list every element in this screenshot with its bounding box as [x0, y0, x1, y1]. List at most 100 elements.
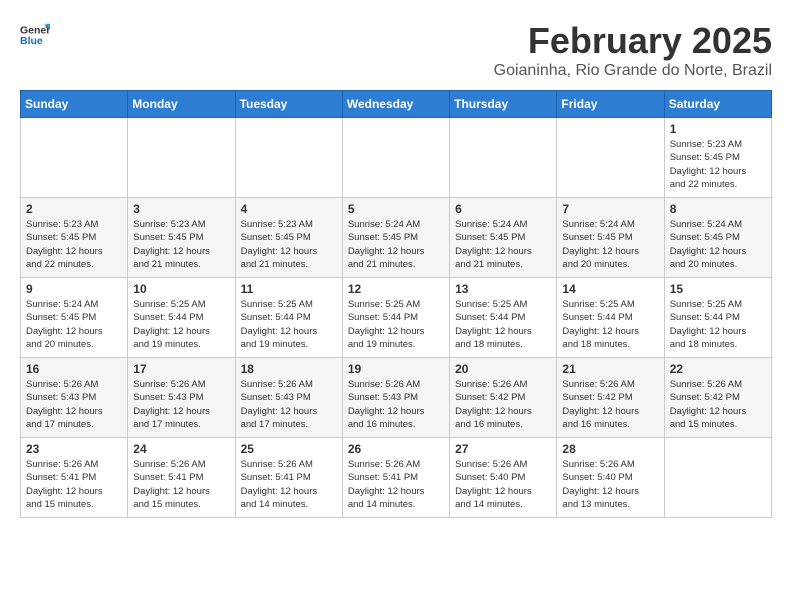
calendar-cell: 2 Sunrise: 5:23 AM Sunset: 5:45 PM Daylig… — [21, 198, 128, 278]
day-info: Sunrise: 5:23 AM Sunset: 5:45 PM Dayligh… — [26, 218, 122, 271]
calendar-cell: 27Sunrise: 5:26 AM Sunset: 5:40 PM Dayli… — [450, 438, 557, 518]
calendar-cell: 9 Sunrise: 5:24 AM Sunset: 5:45 PM Daylig… — [21, 278, 128, 358]
day-info: Sunrise: 5:23 AM Sunset: 5:45 PM Dayligh… — [133, 218, 229, 271]
calendar-cell — [235, 118, 342, 198]
day-number: 10 — [133, 282, 229, 296]
day-number: 3 — [133, 202, 229, 216]
calendar-cell: 25 Sunrise: 5:26 AM Sunset: 5:41 PM Dayli… — [235, 438, 342, 518]
day-info: Sunrise: 5:25 AM Sunset: 5:44 PM Dayligh… — [562, 298, 658, 351]
day-info: Sunrise: 5:26 AM Sunset: 5:42 PM Dayligh… — [562, 378, 658, 431]
day-number: 12 — [348, 282, 444, 296]
day-number: 4 — [241, 202, 337, 216]
month-title: February 2025 — [494, 20, 772, 62]
calendar-cell: 12Sunrise: 5:25 AM Sunset: 5:44 PM Dayli… — [342, 278, 449, 358]
day-info: Sunrise: 5:23 AM Sunset: 5:45 PM Dayligh… — [670, 138, 766, 191]
calendar-cell: 22Sunrise: 5:26 AM Sunset: 5:42 PM Dayli… — [664, 358, 771, 438]
day-info: Sunrise: 5:23 AM Sunset: 5:45 PM Dayligh… — [241, 218, 337, 271]
weekday-header: Tuesday — [235, 91, 342, 118]
day-info: Sunrise: 5:24 AM Sunset: 5:45 PM Dayligh… — [455, 218, 551, 271]
calendar-cell: 24 Sunrise: 5:26 AM Sunset: 5:41 PM Dayli… — [128, 438, 235, 518]
calendar-cell: 5 Sunrise: 5:24 AM Sunset: 5:45 PM Daylig… — [342, 198, 449, 278]
weekday-header: Monday — [128, 91, 235, 118]
day-info: Sunrise: 5:26 AM Sunset: 5:42 PM Dayligh… — [455, 378, 551, 431]
calendar-cell: 26 Sunrise: 5:26 AM Sunset: 5:41 PM Dayli… — [342, 438, 449, 518]
day-info: Sunrise: 5:25 AM Sunset: 5:44 PM Dayligh… — [455, 298, 551, 351]
day-info: Sunrise: 5:26 AM Sunset: 5:41 PM Dayligh… — [241, 458, 337, 511]
day-number: 17 — [133, 362, 229, 376]
day-number: 13 — [455, 282, 551, 296]
calendar-cell: 8 Sunrise: 5:24 AM Sunset: 5:45 PM Daylig… — [664, 198, 771, 278]
day-number: 15 — [670, 282, 766, 296]
day-number: 1 — [670, 122, 766, 136]
calendar-cell: 11 Sunrise: 5:25 AM Sunset: 5:44 PM Dayli… — [235, 278, 342, 358]
calendar-cell: 1 Sunrise: 5:23 AM Sunset: 5:45 PM Daylig… — [664, 118, 771, 198]
day-info: Sunrise: 5:26 AM Sunset: 5:43 PM Dayligh… — [241, 378, 337, 431]
day-number: 2 — [26, 202, 122, 216]
day-info: Sunrise: 5:26 AM Sunset: 5:41 PM Dayligh… — [133, 458, 229, 511]
weekday-header: Thursday — [450, 91, 557, 118]
calendar-cell — [21, 118, 128, 198]
weekday-header: Friday — [557, 91, 664, 118]
weekday-header: Saturday — [664, 91, 771, 118]
day-info: Sunrise: 5:24 AM Sunset: 5:45 PM Dayligh… — [670, 218, 766, 271]
day-number: 9 — [26, 282, 122, 296]
calendar-week-row: 23Sunrise: 5:26 AM Sunset: 5:41 PM Dayli… — [21, 438, 772, 518]
calendar-cell: 21 Sunrise: 5:26 AM Sunset: 5:42 PM Dayli… — [557, 358, 664, 438]
calendar-week-row: 1 Sunrise: 5:23 AM Sunset: 5:45 PM Daylig… — [21, 118, 772, 198]
weekday-header-row: SundayMondayTuesdayWednesdayThursdayFrid… — [21, 91, 772, 118]
svg-text:Blue: Blue — [20, 35, 43, 47]
day-number: 20 — [455, 362, 551, 376]
day-info: Sunrise: 5:26 AM Sunset: 5:43 PM Dayligh… — [133, 378, 229, 431]
calendar-cell: 14 Sunrise: 5:25 AM Sunset: 5:44 PM Dayli… — [557, 278, 664, 358]
weekday-header: Sunday — [21, 91, 128, 118]
calendar-cell — [342, 118, 449, 198]
calendar-cell: 7 Sunrise: 5:24 AM Sunset: 5:45 PM Daylig… — [557, 198, 664, 278]
calendar-week-row: 16 Sunrise: 5:26 AM Sunset: 5:43 PM Dayli… — [21, 358, 772, 438]
calendar-cell: 19 Sunrise: 5:26 AM Sunset: 5:43 PM Dayli… — [342, 358, 449, 438]
day-number: 22 — [670, 362, 766, 376]
day-number: 14 — [562, 282, 658, 296]
calendar-cell — [664, 438, 771, 518]
day-info: Sunrise: 5:24 AM Sunset: 5:45 PM Dayligh… — [562, 218, 658, 271]
calendar-cell: 3 Sunrise: 5:23 AM Sunset: 5:45 PM Daylig… — [128, 198, 235, 278]
calendar-cell: 6Sunrise: 5:24 AM Sunset: 5:45 PM Daylig… — [450, 198, 557, 278]
calendar-cell: 13 Sunrise: 5:25 AM Sunset: 5:44 PM Dayli… — [450, 278, 557, 358]
calendar-cell: 23Sunrise: 5:26 AM Sunset: 5:41 PM Dayli… — [21, 438, 128, 518]
day-info: Sunrise: 5:26 AM Sunset: 5:41 PM Dayligh… — [348, 458, 444, 511]
day-number: 28 — [562, 442, 658, 456]
day-info: Sunrise: 5:25 AM Sunset: 5:44 PM Dayligh… — [670, 298, 766, 351]
day-info: Sunrise: 5:26 AM Sunset: 5:41 PM Dayligh… — [26, 458, 122, 511]
page-header: General Blue February 2025 Goianinha, Ri… — [20, 20, 772, 80]
day-info: Sunrise: 5:26 AM Sunset: 5:43 PM Dayligh… — [348, 378, 444, 431]
location: Goianinha, Rio Grande do Norte, Brazil — [494, 62, 772, 80]
day-number: 7 — [562, 202, 658, 216]
day-info: Sunrise: 5:24 AM Sunset: 5:45 PM Dayligh… — [348, 218, 444, 271]
day-info: Sunrise: 5:24 AM Sunset: 5:45 PM Dayligh… — [26, 298, 122, 351]
calendar-cell: 10Sunrise: 5:25 AM Sunset: 5:44 PM Dayli… — [128, 278, 235, 358]
calendar-cell: 28Sunrise: 5:26 AM Sunset: 5:40 PM Dayli… — [557, 438, 664, 518]
day-number: 11 — [241, 282, 337, 296]
day-number: 18 — [241, 362, 337, 376]
title-block: February 2025 Goianinha, Rio Grande do N… — [494, 20, 772, 80]
logo-icon: General Blue — [20, 20, 50, 50]
weekday-header: Wednesday — [342, 91, 449, 118]
day-number: 8 — [670, 202, 766, 216]
day-number: 16 — [26, 362, 122, 376]
calendar-week-row: 9 Sunrise: 5:24 AM Sunset: 5:45 PM Daylig… — [21, 278, 772, 358]
day-number: 24 — [133, 442, 229, 456]
calendar-cell: 18 Sunrise: 5:26 AM Sunset: 5:43 PM Dayli… — [235, 358, 342, 438]
day-number: 26 — [348, 442, 444, 456]
calendar-cell — [128, 118, 235, 198]
day-number: 5 — [348, 202, 444, 216]
day-number: 25 — [241, 442, 337, 456]
day-number: 19 — [348, 362, 444, 376]
calendar-table: SundayMondayTuesdayWednesdayThursdayFrid… — [20, 90, 772, 518]
day-info: Sunrise: 5:26 AM Sunset: 5:40 PM Dayligh… — [455, 458, 551, 511]
day-info: Sunrise: 5:25 AM Sunset: 5:44 PM Dayligh… — [241, 298, 337, 351]
calendar-cell: 20 Sunrise: 5:26 AM Sunset: 5:42 PM Dayli… — [450, 358, 557, 438]
calendar-week-row: 2 Sunrise: 5:23 AM Sunset: 5:45 PM Daylig… — [21, 198, 772, 278]
calendar-cell: 16 Sunrise: 5:26 AM Sunset: 5:43 PM Dayli… — [21, 358, 128, 438]
logo: General Blue — [20, 20, 54, 50]
day-info: Sunrise: 5:26 AM Sunset: 5:43 PM Dayligh… — [26, 378, 122, 431]
day-number: 21 — [562, 362, 658, 376]
